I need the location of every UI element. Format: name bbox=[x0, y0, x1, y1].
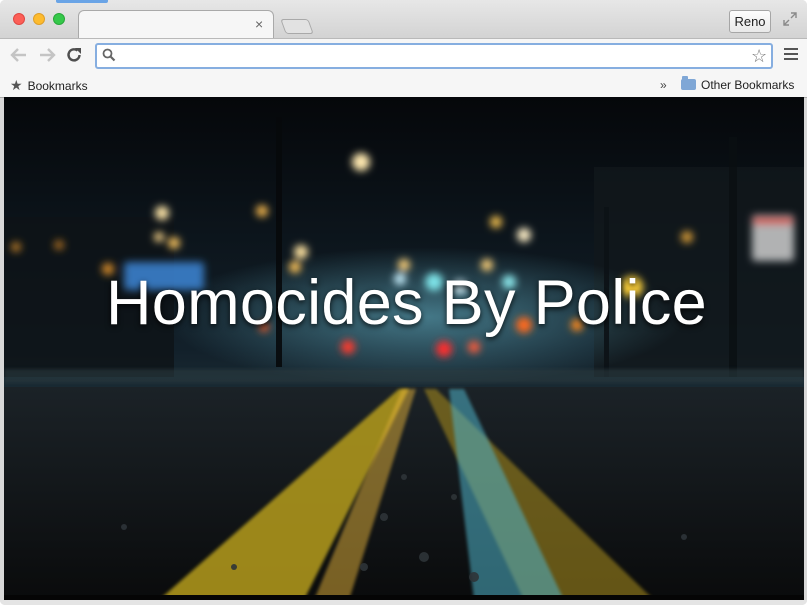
browser-window: × Reno ☆ ★ Bookmarks » Other Bookmarks H… bbox=[0, 0, 807, 605]
fullscreen-icon[interactable] bbox=[783, 12, 799, 28]
bookmarks-bar: ★ Bookmarks » Other Bookmarks bbox=[0, 74, 807, 98]
close-window-button[interactable] bbox=[13, 13, 25, 25]
toolbar: ☆ bbox=[0, 38, 807, 75]
bookmarks-label: Bookmarks bbox=[27, 79, 88, 93]
bookmarks-menu[interactable]: ★ Bookmarks bbox=[10, 77, 88, 95]
tab-strip: × Reno bbox=[0, 0, 807, 38]
profile-button[interactable]: Reno bbox=[729, 10, 771, 33]
page-hero: Homocides By Police bbox=[4, 97, 804, 600]
address-bar[interactable]: ☆ bbox=[95, 43, 773, 69]
reload-icon[interactable] bbox=[64, 44, 84, 66]
tab-loading-indicator bbox=[56, 0, 108, 3]
back-arrow-icon[interactable] bbox=[9, 44, 29, 66]
other-bookmarks-folder[interactable]: Other Bookmarks bbox=[681, 76, 795, 94]
bookmarks-overflow-chevron[interactable]: » bbox=[660, 77, 667, 94]
page-headline: Homocides By Police bbox=[106, 268, 707, 338]
minimize-window-button[interactable] bbox=[33, 13, 45, 25]
zoom-window-button[interactable] bbox=[53, 13, 65, 25]
new-tab-button[interactable] bbox=[280, 19, 314, 34]
tab-close-button[interactable]: × bbox=[255, 17, 263, 31]
night-street-background-image bbox=[4, 97, 804, 600]
forward-arrow-icon[interactable] bbox=[37, 44, 57, 66]
search-icon bbox=[102, 48, 116, 67]
other-bookmarks-label: Other Bookmarks bbox=[701, 78, 795, 92]
address-input[interactable] bbox=[121, 47, 745, 67]
tab-active[interactable] bbox=[78, 10, 274, 38]
folder-icon bbox=[681, 76, 696, 90]
star-icon[interactable]: ☆ bbox=[751, 46, 767, 66]
menu-icon[interactable] bbox=[784, 48, 798, 63]
window-bottom-edge bbox=[0, 600, 807, 605]
bookmark-star-icon: ★ bbox=[10, 77, 23, 93]
